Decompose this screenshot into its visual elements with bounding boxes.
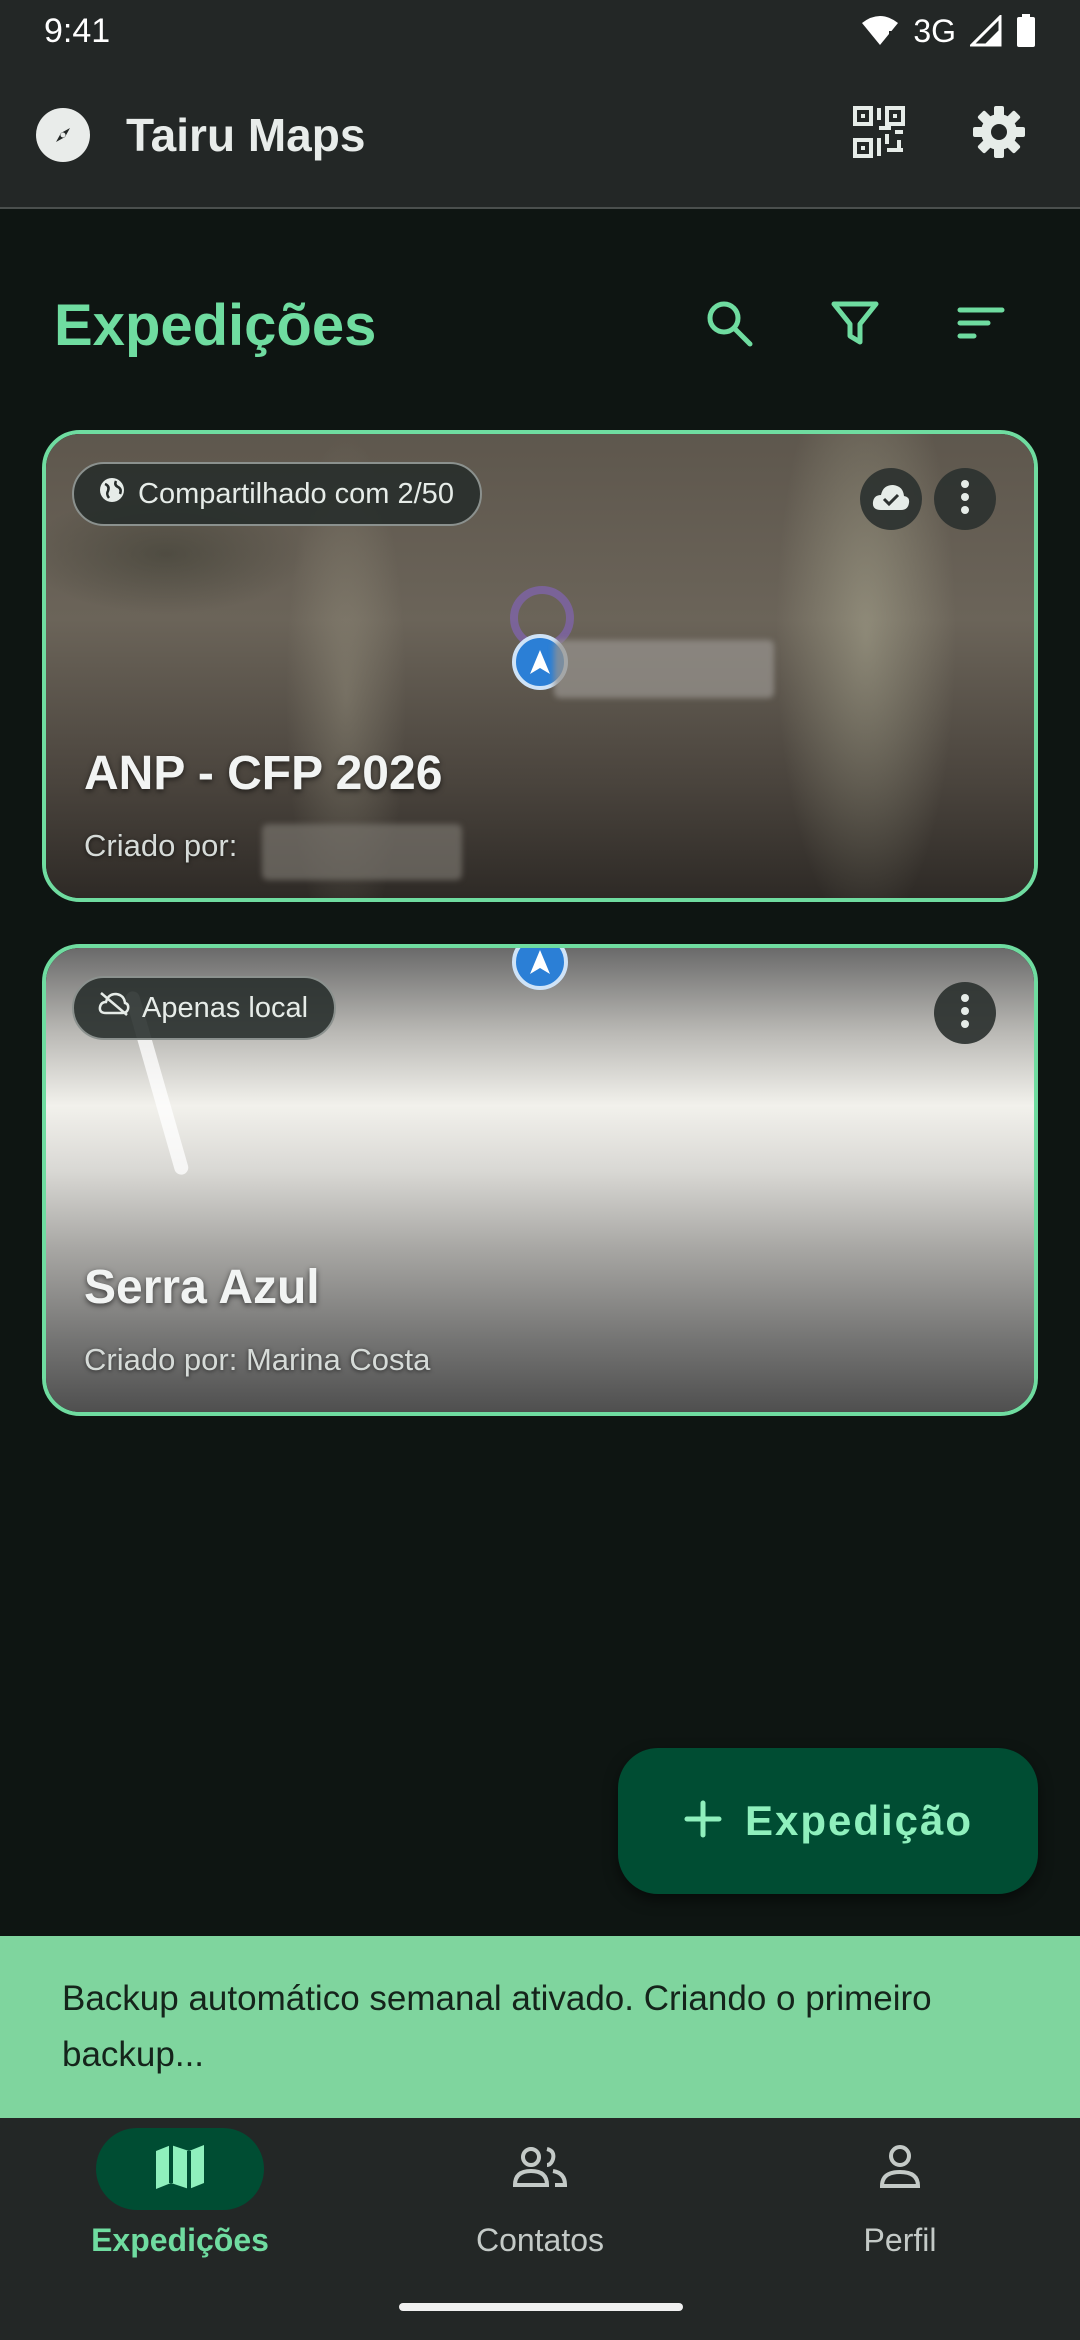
more-vert-icon [960, 479, 970, 520]
status-bar: 9:41 3G [0, 0, 1080, 62]
gear-icon [971, 104, 1027, 165]
nav-indicator [816, 2128, 984, 2210]
section-header: Expedições [0, 260, 1080, 390]
expedition-title: Serra Azul [84, 1261, 320, 1314]
nav-item-profile[interactable]: Perfil [720, 2118, 1080, 2340]
filter-button[interactable] [810, 280, 900, 370]
snackbar: Backup automático semanal ativado. Crian… [0, 1936, 1080, 2118]
plus-icon [683, 1799, 723, 1844]
qr-code-button[interactable] [834, 90, 924, 180]
redacted-label [554, 640, 774, 698]
compass-icon [36, 107, 90, 162]
created-by: Criado por: Marina Costa [84, 1342, 430, 1378]
cloud-off-icon [98, 991, 130, 1025]
map-icon [154, 2143, 206, 2196]
snackbar-message: Backup automático semanal ativado. Crian… [62, 1979, 932, 2074]
expedition-title: ANP - CFP 2026 [84, 747, 443, 800]
chip-label: Apenas local [142, 991, 309, 1024]
new-expedition-button[interactable]: Expedição [618, 1748, 1038, 1894]
nav-item-expeditions[interactable]: Expedições [0, 2118, 360, 2340]
battery-icon [1016, 14, 1036, 48]
expedition-card[interactable]: Compartilhado com 2/50 ANP - CFP 2026 Cr… [42, 430, 1038, 902]
storage-chip[interactable]: Apenas local [72, 976, 337, 1040]
globe-icon [98, 476, 126, 512]
page-title: Expedições [54, 292, 377, 358]
expedition-card[interactable]: Apenas local Serra Azul Criado por: Mari… [42, 944, 1038, 1416]
nav-label: Contatos [475, 2222, 605, 2258]
filter-icon [830, 298, 880, 353]
redacted-creator [262, 824, 462, 880]
status-icons: 3G [861, 13, 1036, 50]
person-icon [878, 2144, 922, 2195]
wifi-icon [861, 15, 899, 47]
creator-name: Marina Costa [245, 1342, 431, 1377]
status-time: 9:41 [44, 11, 111, 50]
nav-indicator [456, 2128, 624, 2210]
settings-button[interactable] [954, 90, 1044, 180]
more-options-button[interactable] [934, 982, 996, 1044]
people-icon [511, 2145, 569, 2194]
synced-status [860, 468, 922, 530]
more-vert-icon [960, 993, 970, 1034]
fab-label: Expedição [744, 1797, 974, 1844]
app-title: Tairu Maps [126, 108, 366, 161]
nav-indicator [96, 2128, 264, 2210]
signal-icon [970, 15, 1002, 47]
sort-button[interactable] [936, 280, 1026, 370]
cloud-done-icon [871, 482, 911, 517]
search-icon [704, 298, 754, 353]
nav-label: Expedições [91, 2222, 269, 2258]
chip-label: Compartilhado com 2/50 [138, 477, 454, 510]
more-options-button[interactable] [934, 468, 996, 530]
search-button[interactable] [684, 280, 774, 370]
app-bar: Tairu Maps [0, 62, 1080, 209]
network-type: 3G [913, 12, 956, 49]
created-by-label: Criado por: [84, 828, 238, 863]
nav-label: Perfil [863, 2222, 937, 2258]
sharing-chip[interactable]: Compartilhado com 2/50 [72, 462, 482, 526]
created-by-label: Criado por: [84, 1342, 238, 1377]
sort-icon [956, 298, 1006, 353]
qr-code-icon [851, 104, 907, 165]
home-indicator[interactable] [399, 2303, 683, 2311]
